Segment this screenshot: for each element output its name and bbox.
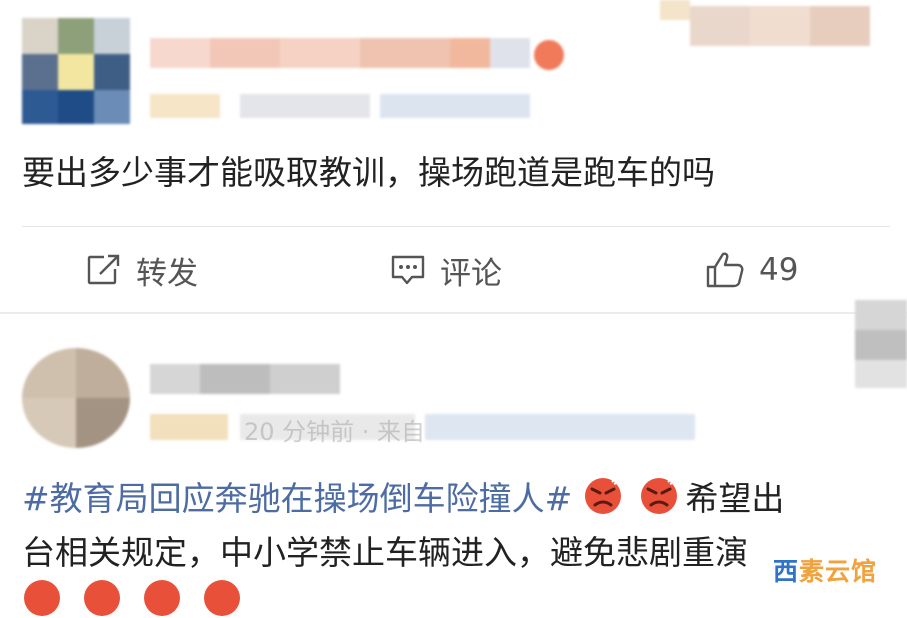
post-meta-redacted: [150, 90, 540, 120]
side-badge-redacted: [855, 300, 907, 388]
comment-icon: [391, 255, 425, 285]
angry-emoji-icon: [584, 477, 621, 514]
post-text-line: 台相关规定，中小学禁止车辆进入，避免悲剧重演: [22, 533, 748, 572]
decoration-redacted: [660, 0, 907, 62]
post-text: 要出多少事才能吸取教训，操场跑道是跑车的吗: [22, 153, 715, 192]
like-button[interactable]: 49: [705, 245, 798, 295]
hashtag-link[interactable]: #教育局回应奔驰在操场倒车险撞人#: [22, 479, 572, 518]
like-icon: [706, 252, 744, 288]
angry-emoji-icon: [144, 580, 180, 616]
post-meta-partial: 20 分钟前 · 来自: [244, 418, 426, 446]
post-text: #教育局回应奔驰在操场倒车险撞人# 希望出 台相关规定，中小学禁止车辆进入，避免…: [22, 472, 882, 580]
watermark-part-1: 西: [773, 557, 800, 586]
watermark: 西素云馆: [773, 552, 877, 588]
repost-button[interactable]: 转发: [86, 245, 198, 295]
like-count: 49: [759, 252, 799, 288]
emoji-row: [22, 578, 248, 616]
angry-emoji-icon: [84, 580, 120, 616]
post-text-fragment: 希望出: [685, 479, 785, 518]
watermark-part-2: 素云馆: [799, 557, 878, 586]
username-redacted[interactable]: [150, 30, 570, 76]
angry-emoji-icon: [204, 580, 240, 616]
post-separator: [0, 312, 907, 314]
avatar[interactable]: [22, 18, 130, 124]
divider: [22, 226, 890, 227]
repost-label: 转发: [136, 255, 198, 292]
angry-emoji-icon: [24, 580, 60, 616]
weibo-post-1: 要出多少事才能吸取教训，操场跑道是跑车的吗 转发 评论 49: [0, 0, 907, 312]
username-redacted[interactable]: [150, 360, 340, 398]
repost-icon: [87, 254, 120, 285]
comment-button[interactable]: 评论: [390, 245, 502, 295]
comment-label: 评论: [440, 255, 502, 292]
avatar[interactable]: [22, 348, 130, 448]
angry-emoji-icon: [641, 477, 678, 514]
